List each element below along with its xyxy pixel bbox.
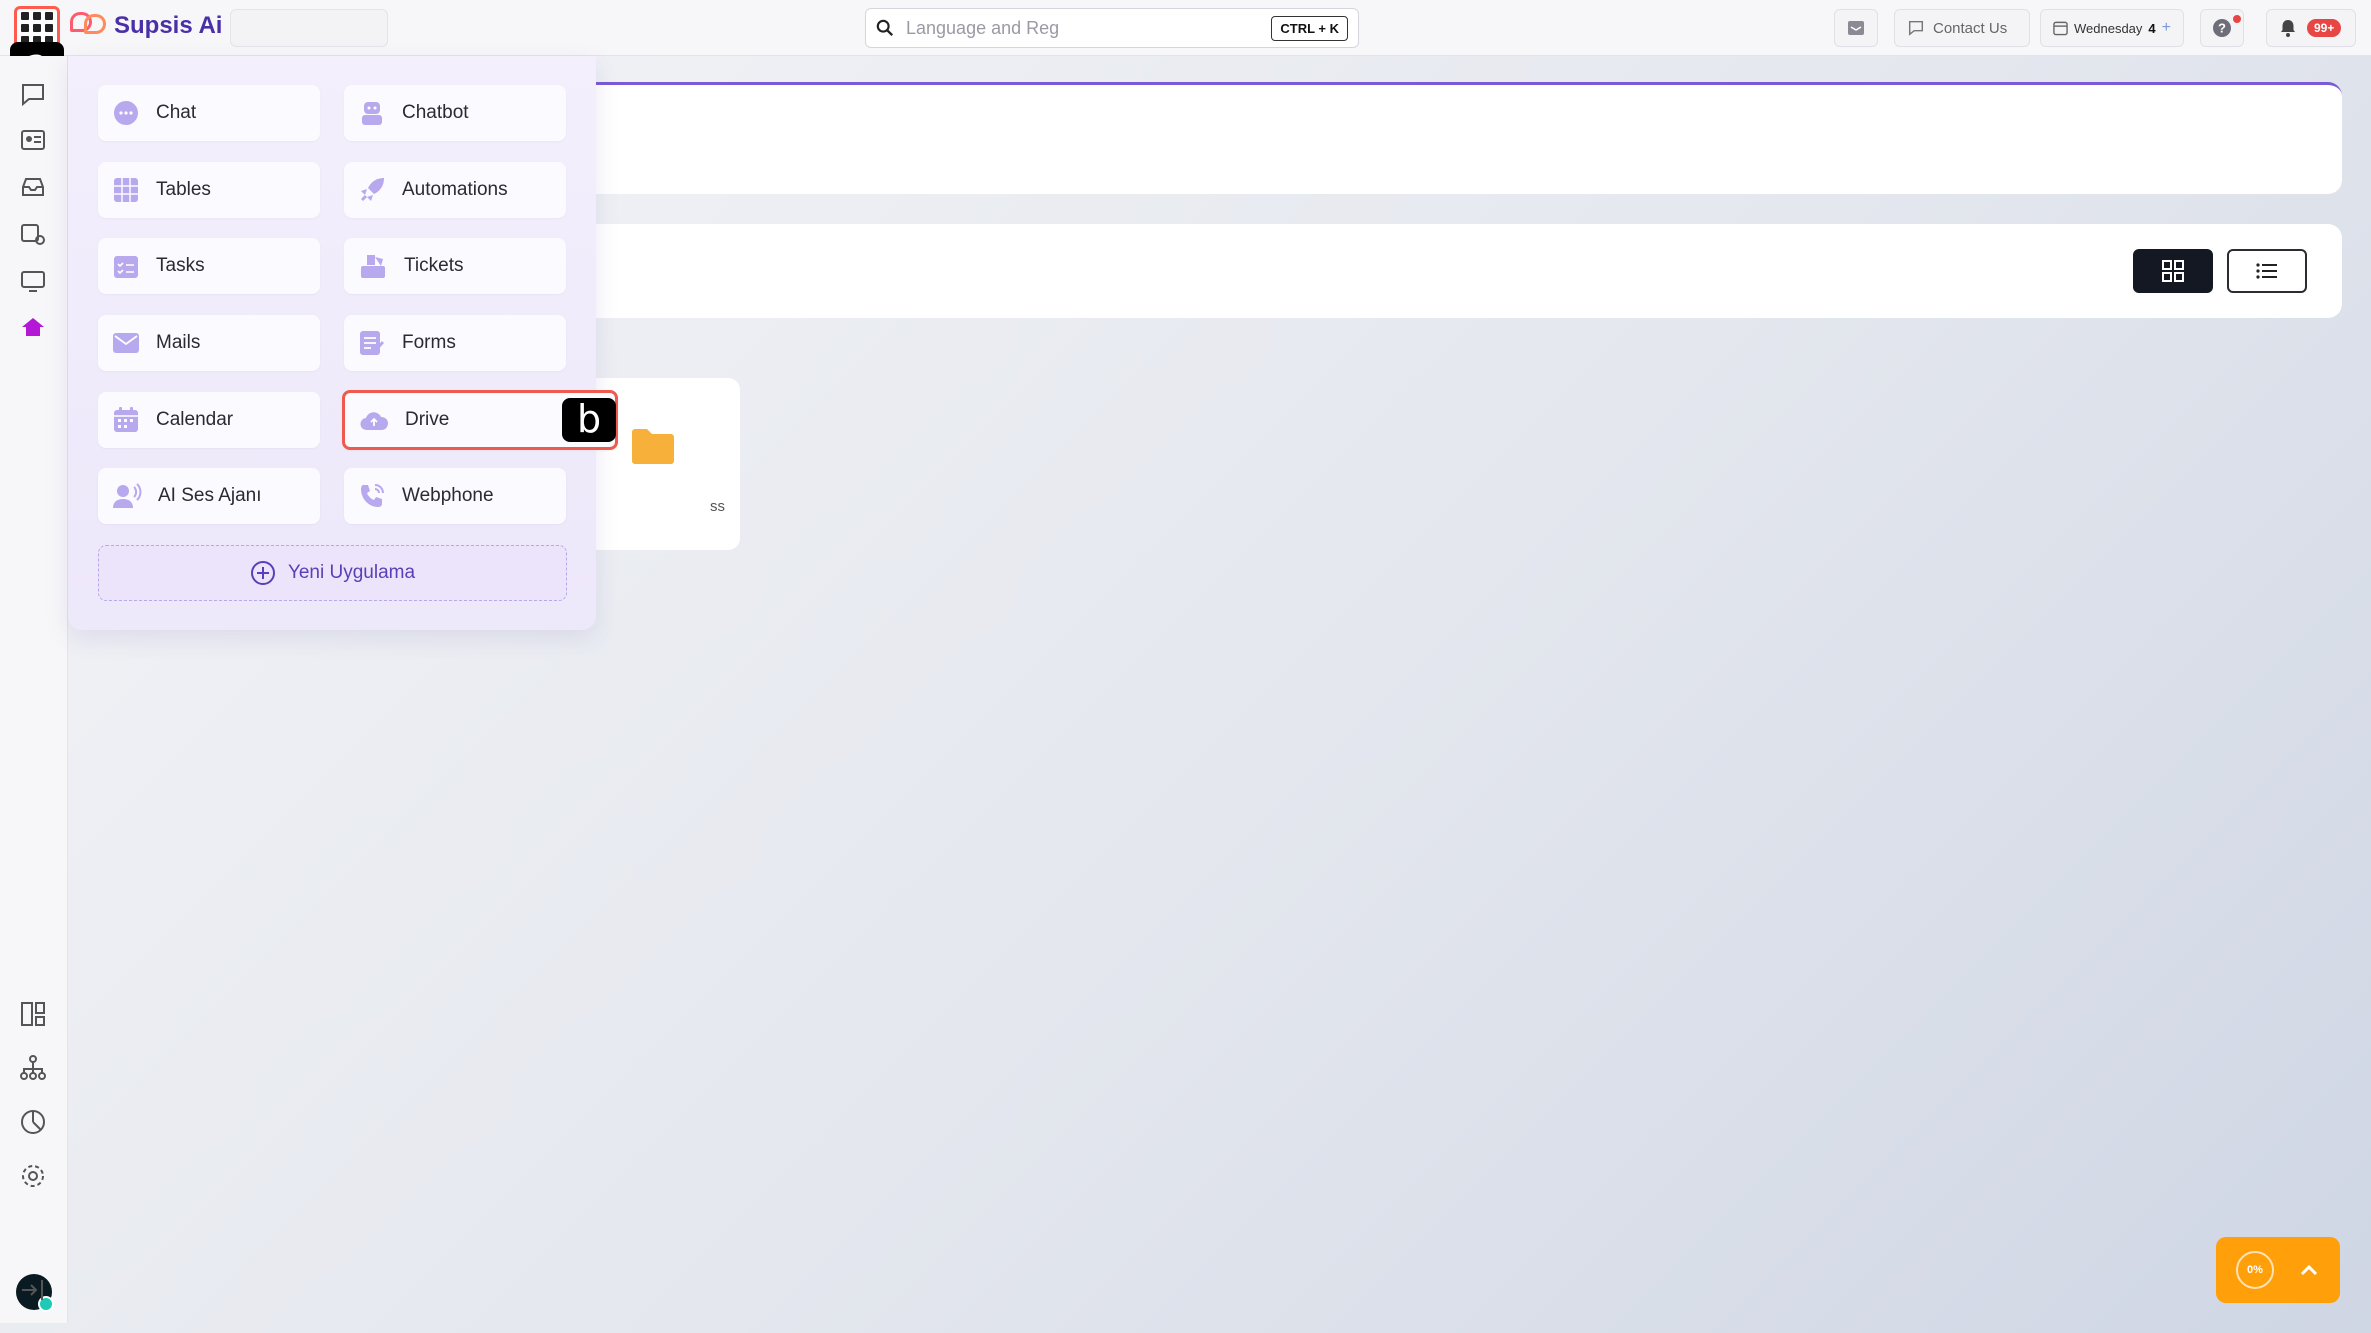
new-app-button[interactable]: Yeni Uygulama xyxy=(98,545,567,601)
inbox-icon xyxy=(1848,21,1864,35)
list-view-button[interactable] xyxy=(2227,249,2307,293)
home-nav-icon[interactable] xyxy=(19,313,47,341)
menu-item-tasks[interactable]: Tasks xyxy=(98,238,320,294)
org-chart-nav-icon[interactable] xyxy=(19,1054,47,1082)
progress-ring: 0% xyxy=(2236,1251,2274,1289)
menu-item-label: Webphone xyxy=(402,485,494,506)
settings-gear-icon[interactable] xyxy=(19,1162,47,1190)
menu-item-forms[interactable]: Forms xyxy=(344,315,566,371)
help-alert-dot xyxy=(2233,15,2241,23)
workspace-selector[interactable] xyxy=(230,9,388,47)
search-placeholder: Language and Reg xyxy=(906,17,1060,38)
dashboard-nav-icon[interactable] xyxy=(19,1000,47,1028)
help-icon: ? xyxy=(2213,19,2231,37)
search-icon xyxy=(876,19,894,37)
notifications-button[interactable]: 99+ xyxy=(2266,9,2356,47)
menu-item-label: AI Ses Ajanı xyxy=(158,485,262,506)
drive-header-card xyxy=(580,82,2342,194)
plus-circle-icon xyxy=(250,561,275,585)
date-number: 4 xyxy=(2148,20,2156,36)
calendar-small-icon xyxy=(2053,21,2068,36)
list-view-icon xyxy=(2256,263,2277,279)
menu-item-label: Mails xyxy=(156,332,201,353)
search-bar[interactable]: Language and Reg CTRL + K xyxy=(865,8,1359,48)
menu-item-tables[interactable]: Tables xyxy=(98,162,320,218)
chat-icon xyxy=(114,101,138,125)
grid-dot xyxy=(21,12,29,20)
checklist-icon xyxy=(114,256,138,278)
folder-icon xyxy=(632,429,674,464)
top-bar: Supsis Ai Language and Reg CTRL + K Cont… xyxy=(0,0,2371,56)
menu-item-label: Drive xyxy=(405,409,450,430)
menu-item-label: Calendar xyxy=(156,409,234,430)
date-chip[interactable]: Wednesday 4 + xyxy=(2040,9,2184,47)
menu-item-mails[interactable]: Mails xyxy=(98,315,320,371)
logo-mark-icon xyxy=(70,12,108,40)
reports-nav-icon[interactable] xyxy=(19,1108,47,1136)
menu-item-label: Tables xyxy=(156,179,211,200)
menu-item-label: Tasks xyxy=(156,255,205,276)
menu-item-chatbot[interactable]: Chatbot xyxy=(344,85,566,141)
contacts-nav-icon[interactable] xyxy=(19,126,47,154)
ticket-icon xyxy=(361,255,385,278)
mail-icon xyxy=(113,333,139,353)
contact-label: Contact Us xyxy=(1933,19,2008,37)
robot-icon xyxy=(362,102,382,125)
menu-item-label: Forms xyxy=(402,332,456,353)
left-sidebar xyxy=(0,56,68,1323)
rocket-icon xyxy=(360,178,384,202)
menu-item-tickets[interactable]: Tickets xyxy=(344,238,566,294)
menu-item-label: Chat xyxy=(156,102,197,123)
logout-icon[interactable] xyxy=(19,1276,47,1304)
grid-icon xyxy=(114,178,138,202)
plus-icon[interactable]: + xyxy=(2162,19,2171,37)
new-app-label: Yeni Uygulama xyxy=(287,562,416,583)
form-icon xyxy=(360,331,384,355)
calendar-icon xyxy=(114,407,138,432)
menu-item-automations[interactable]: Automations xyxy=(344,162,566,218)
monitor-nav-icon[interactable] xyxy=(19,267,47,295)
chevron-up-icon xyxy=(2300,1264,2318,1276)
bell-icon xyxy=(2281,20,2295,37)
progress-fab[interactable]: 0% xyxy=(2216,1237,2340,1303)
grid-view-icon xyxy=(2162,260,2184,282)
search-shortcut: CTRL + K xyxy=(1271,15,1348,41)
menu-item-label: Automations xyxy=(402,179,508,200)
menu-item-ai-voice-agent[interactable]: AI Ses Ajanı xyxy=(98,468,320,524)
inbox-nav-icon[interactable] xyxy=(19,173,47,201)
menu-item-webphone[interactable]: Webphone xyxy=(344,468,566,524)
inbox-button[interactable] xyxy=(1834,9,1878,47)
notification-count: 99+ xyxy=(2307,19,2342,37)
svg-text:?: ? xyxy=(2218,21,2226,36)
media-settings-nav-icon[interactable] xyxy=(19,220,47,248)
menu-item-chat[interactable]: Chat xyxy=(98,85,320,141)
contact-us-button[interactable]: Contact Us xyxy=(1894,9,2030,47)
grid-view-button[interactable] xyxy=(2133,249,2213,293)
brand-logo[interactable]: Supsis Ai xyxy=(70,12,222,40)
drive-toolbar-card xyxy=(580,224,2342,318)
app-name: Supsis Ai xyxy=(114,12,223,39)
folder-name: ss xyxy=(710,498,725,515)
help-button[interactable]: ? xyxy=(2200,9,2244,47)
annotation-badge-b: b xyxy=(562,398,616,442)
menu-item-label: Tickets xyxy=(404,255,464,276)
cloud-upload-icon xyxy=(360,412,389,431)
date-day: Wednesday xyxy=(2074,20,2143,36)
phone-icon xyxy=(361,484,384,507)
apps-menu: Chat Chatbot Tables Automations Tasks Ti… xyxy=(68,56,618,630)
voice-agent-icon xyxy=(113,483,142,508)
message-icon xyxy=(1908,20,1924,36)
chat-nav-icon[interactable] xyxy=(19,80,47,108)
menu-item-calendar[interactable]: Calendar xyxy=(98,392,320,448)
menu-item-label: Chatbot xyxy=(402,102,469,123)
